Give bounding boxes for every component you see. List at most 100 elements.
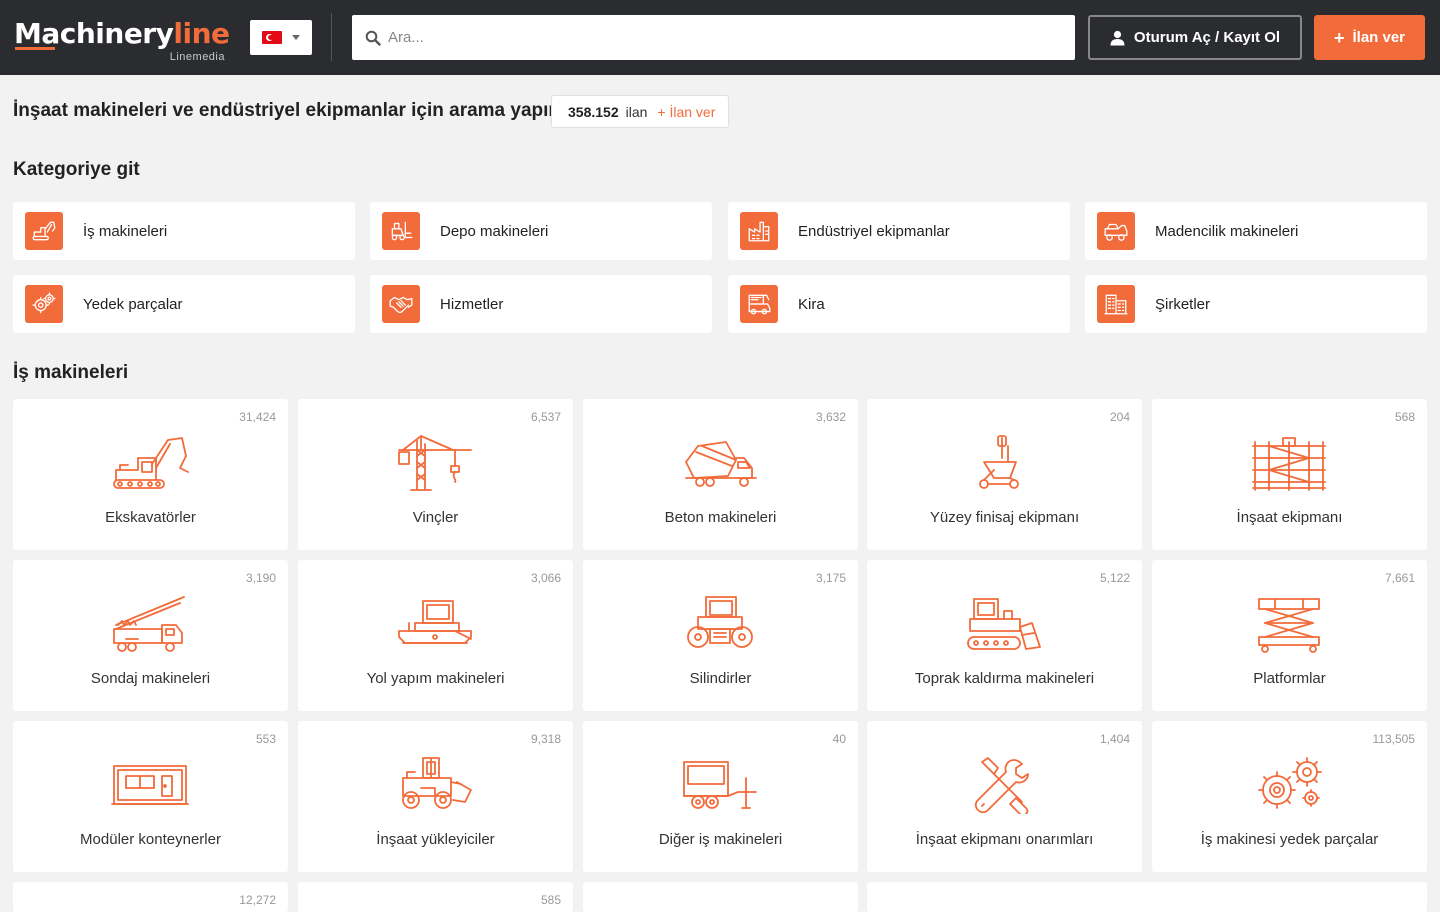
category-link[interactable]: Kira	[728, 275, 1070, 333]
tile-count: 3,066	[530, 571, 561, 585]
machinery-tile[interactable]	[583, 882, 858, 912]
category-label: Madencilik makineleri	[1155, 222, 1299, 240]
machinery-tile[interactable]: 204 Yüzey finisaj ekipmanı	[867, 399, 1142, 550]
tile-label: İnşaat ekipmanı onarımları	[915, 831, 1094, 848]
wheel-loader-icon	[395, 754, 475, 814]
scaffolding-icon	[1249, 432, 1329, 492]
machinery-tile[interactable]: 113,505 İş makinesi yedek parçalar	[1152, 721, 1427, 872]
machinery-tile[interactable]: 6,537 Vinçler	[298, 399, 573, 550]
machinery-tile[interactable]: 1,404 İnşaat ekipmanı onarımları	[867, 721, 1142, 872]
machinery-tile[interactable]: 5,122 Toprak kaldırma makineleri	[867, 560, 1142, 711]
post-ad-label: İlan ver	[1352, 29, 1406, 46]
tile-label: İnşaat ekipmanı	[1236, 509, 1343, 526]
tile-label: İnşaat yükleyiciler	[376, 831, 495, 848]
tile-count: 553	[255, 732, 276, 746]
header-divider	[331, 13, 332, 61]
category-label: Kira	[798, 295, 825, 313]
tile-count: 5,122	[1099, 571, 1130, 585]
excavator-icon	[110, 432, 190, 492]
factory-icon	[740, 212, 778, 250]
tile-label: Vinçler	[412, 509, 459, 526]
tile-label: Yol yapım makineleri	[366, 670, 505, 687]
tile-count: 31,424	[239, 410, 276, 424]
tile-count: 585	[540, 893, 561, 907]
category-link[interactable]: Şirketler	[1085, 275, 1427, 333]
post-ad-link[interactable]: + İlan ver	[657, 104, 715, 120]
machinery-tile[interactable]: 3,066 Yol yapım makineleri	[298, 560, 573, 711]
wrench-screwdriver-icon	[964, 754, 1044, 817]
tile-label: Platformlar	[1253, 670, 1326, 687]
tile-count: 113,505	[1372, 732, 1416, 746]
search-input[interactable]	[388, 23, 1058, 52]
category-link[interactable]: Madencilik makineleri	[1085, 202, 1427, 260]
category-label: Hizmetler	[440, 295, 504, 313]
tile-label: Modüler konteynerler	[80, 831, 221, 848]
scissor-lift-icon	[1249, 593, 1329, 653]
plus-icon: +	[1333, 27, 1345, 48]
tile-label: Diğer iş makineleri	[658, 831, 783, 848]
machinery-tile[interactable]: 12,272	[13, 882, 288, 912]
category-label: Endüstriyel ekipmanlar	[798, 222, 950, 240]
logo-underline	[15, 47, 55, 50]
site-logo[interactable]: Machineryline Linemedia	[14, 17, 230, 64]
page-title: İnşaat makineleri ve endüstriyel ekipman…	[13, 100, 561, 121]
category-link[interactable]: Depo makineleri	[370, 202, 712, 260]
handshake-icon	[382, 285, 420, 323]
gears-icon	[1249, 754, 1329, 814]
machinery-tile[interactable]: 3,190 Sondaj makineleri	[13, 560, 288, 711]
drilling-rig-icon	[110, 593, 190, 653]
tile-label: Ekskavatörler	[105, 509, 196, 526]
category-label: İş makineleri	[83, 222, 168, 240]
machinery-heading: İş makineleri	[13, 362, 129, 383]
concrete-mixer-icon	[680, 432, 760, 492]
categories-heading: Kategoriye git	[13, 159, 140, 180]
category-link[interactable]: Yedek parçalar	[13, 275, 355, 333]
listing-count-label: ilan	[625, 103, 648, 120]
search-bar	[352, 15, 1075, 60]
surface-finisher-icon	[964, 432, 1044, 492]
bulldozer-icon	[964, 593, 1044, 653]
tile-count: 12,272	[239, 893, 276, 907]
mining-truck-icon	[1097, 212, 1135, 250]
logo-text: Machineryline	[14, 17, 230, 50]
tile-count: 204	[1109, 410, 1130, 424]
machinery-tile[interactable]: 568 İnşaat ekipmanı	[1152, 399, 1427, 550]
tile-label: İş makinesi yedek parçalar	[1200, 831, 1379, 848]
gears-icon	[25, 285, 63, 323]
machinery-tile[interactable]: 585	[298, 882, 573, 912]
language-selector[interactable]	[250, 20, 312, 55]
paver-icon	[395, 593, 475, 653]
machinery-tile[interactable]: 31,424 Ekskavatörler	[13, 399, 288, 550]
tile-label: Sondaj makineleri	[90, 670, 211, 687]
machinery-tile[interactable]: 7,661 Platformlar	[1152, 560, 1427, 711]
category-label: Depo makineleri	[440, 222, 549, 240]
category-label: Şirketler	[1155, 295, 1211, 313]
tile-count: 568	[1394, 410, 1415, 424]
category-link[interactable]: Endüstriyel ekipmanlar	[728, 202, 1070, 260]
category-link[interactable]: Hizmetler	[370, 275, 712, 333]
search-icon	[365, 30, 381, 46]
chevron-down-icon	[292, 35, 300, 40]
machinery-tile[interactable]: 3,175 Silindirler	[583, 560, 858, 711]
machinery-tile[interactable]: 553 Modüler konteynerler	[13, 721, 288, 872]
tile-count: 1,404	[1099, 732, 1130, 746]
listing-count: 358.152	[568, 103, 619, 120]
crane-icon	[395, 432, 475, 492]
machinery-tile[interactable]: 40 Diğer iş makineleri	[583, 721, 858, 872]
category-link[interactable]: İş makineleri	[13, 202, 355, 260]
machinery-tile[interactable]: 9,318 İnşaat yükleyiciler	[298, 721, 573, 872]
site-header: Machineryline Linemedia Oturum Aç / Kayı…	[0, 0, 1440, 75]
tile-label: Yüzey finisaj ekipmanı	[929, 509, 1080, 526]
category-label: Yedek parçalar	[83, 295, 183, 313]
turkey-flag-icon	[262, 31, 282, 44]
machinery-tile[interactable]	[867, 882, 1427, 912]
post-ad-button[interactable]: + İlan ver	[1314, 15, 1425, 60]
machinery-tile[interactable]: 3,632 Beton makineleri	[583, 399, 858, 550]
login-register-label: Oturum Aç / Kayıt Ol	[1133, 29, 1281, 46]
tile-count: 40	[832, 732, 846, 746]
logo-subtitle: Linemedia	[169, 51, 225, 63]
roller-icon	[680, 593, 760, 653]
tile-count: 9,318	[530, 732, 561, 746]
forklift-icon	[382, 212, 420, 250]
login-register-button[interactable]: Oturum Aç / Kayıt Ol	[1088, 15, 1302, 60]
